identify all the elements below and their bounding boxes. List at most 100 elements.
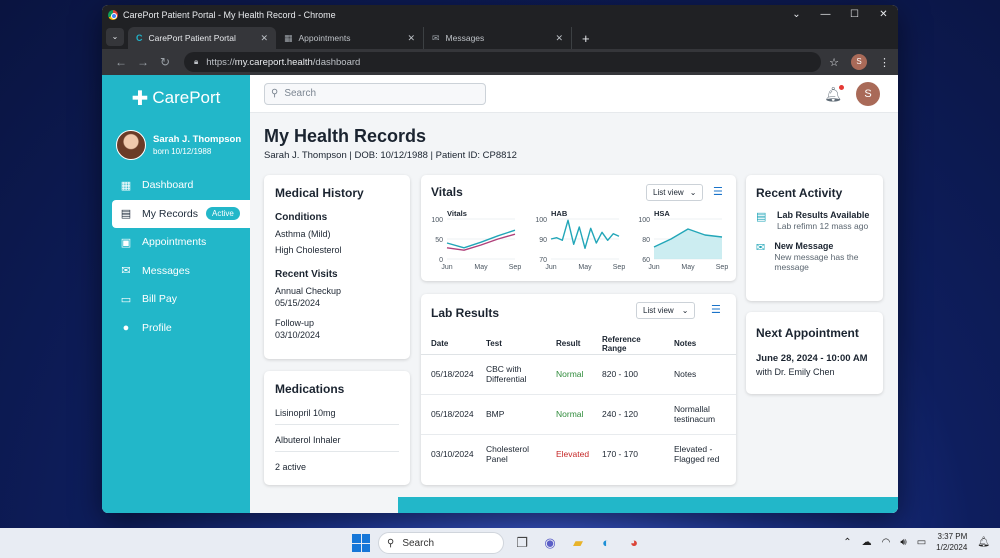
table-row[interactable]: 05/18/2024 CBC with Differential Normal …	[421, 354, 736, 395]
task-view-icon[interactable]: ❐	[512, 534, 532, 552]
x-tick-label: May	[474, 264, 488, 271]
taskbar-search-input[interactable]: ⚲ Search	[378, 532, 504, 554]
close-tab-icon[interactable]: ✕	[260, 33, 268, 44]
activity-subtitle: New message has the message	[774, 252, 859, 272]
chrome-taskbar-icon[interactable]: ◕	[624, 534, 644, 552]
close-tab-icon[interactable]: ✕	[407, 33, 415, 44]
url-bar[interactable]: 🔒︎ https://my.careport.health/dashboard	[184, 52, 822, 72]
list-icon[interactable]: ☰	[711, 303, 721, 316]
battery-icon[interactable]: ▭	[917, 537, 926, 548]
mail-icon: ✉	[432, 32, 440, 43]
new-tab-icon[interactable]: +	[582, 31, 590, 46]
tab-careport[interactable]: C CarePort Patient Portal ✕	[128, 27, 276, 49]
lab-date: 05/18/2024	[421, 354, 476, 395]
tab-label: Messages	[445, 33, 485, 43]
lab-results-table: Date Test Result Reference Range Notes 0…	[421, 334, 736, 474]
sidebar-item-messages[interactable]: ✉ Messages	[102, 257, 250, 286]
clock-time: 3:37 PM	[937, 532, 968, 541]
footer-strip	[398, 497, 898, 513]
windows-start-icon[interactable]	[352, 534, 370, 552]
activity-item[interactable]: ▤ Lab Results Available Lab refimn 12 ma…	[756, 210, 873, 231]
teams-chat-icon[interactable]: ◉	[540, 534, 560, 552]
y-tick-label: 50	[435, 237, 443, 244]
user-name: Sarah J. Thompson	[153, 134, 242, 145]
column-header[interactable]: Date	[421, 334, 476, 355]
sidebar-item-appointments[interactable]: ▣ Appointments	[102, 228, 250, 257]
sidebar-item-dashboard[interactable]: ▦ Dashboard	[102, 171, 250, 200]
condition-item: High Cholesterol	[275, 245, 342, 255]
browser-profile-avatar[interactable]: S	[851, 54, 867, 70]
bookmark-star-icon[interactable]: ☆	[829, 56, 839, 69]
tab-appointments[interactable]: ▦ Appointments ✕	[276, 27, 424, 49]
tab-strip: ⌄ C CarePort Patient Portal ✕ ▦ Appointm…	[102, 25, 898, 49]
column-header[interactable]: Notes	[664, 334, 736, 355]
sliders-icon[interactable]: ☰	[713, 185, 723, 198]
table-row[interactable]: 03/10/2024 Cholesterol Panel Elevated 17…	[421, 434, 736, 474]
system-tray: ⌃ ☁ ◠ 🔊︎ ▭ 3:37 PM 1/2/2024 🔔︎	[843, 531, 990, 553]
chrome-icon	[108, 10, 118, 20]
activity-item[interactable]: ✉ New Message New message has the messag…	[756, 241, 873, 272]
sidebar-item-bill-pay[interactable]: ▭ Bill Pay	[102, 285, 250, 314]
clock[interactable]: 3:37 PM 1/2/2024	[936, 531, 967, 553]
activity-subtitle: Lab refimn 12 mass ago	[777, 221, 869, 231]
close-tab-icon[interactable]: ✕	[555, 33, 563, 44]
notification-bell-icon[interactable]: 🔔︎	[977, 537, 990, 548]
edge-icon[interactable]: ◐	[596, 534, 616, 552]
careport-favicon-icon: C	[136, 33, 143, 43]
x-tick-label: Sep	[716, 264, 729, 271]
chevron-up-icon[interactable]: ⌃	[843, 537, 851, 548]
column-header[interactable]: Test	[476, 334, 546, 355]
tab-search-icon[interactable]: ⌄	[106, 28, 124, 46]
back-icon[interactable]: ←	[110, 55, 132, 69]
sidebar-item-profile[interactable]: ● Profile	[102, 314, 250, 343]
bell-icon[interactable]: 🔔︎	[824, 83, 845, 103]
view-select-label: List view	[643, 306, 674, 315]
y-tick-label: 100	[638, 217, 650, 224]
minimize-icon[interactable]: —	[811, 5, 840, 25]
chevron-down-icon: ⌄	[681, 306, 689, 315]
page-title: My Health Records	[264, 126, 427, 146]
mail-icon: ✉	[121, 265, 131, 278]
file-explorer-icon[interactable]: ▰	[568, 534, 588, 552]
browser-window: CarePort Patient Portal - My Health Reco…	[102, 5, 898, 513]
lock-icon: 🔒︎	[194, 57, 199, 66]
lab-view-select[interactable]: List view ⌄	[636, 302, 696, 319]
y-tick-label: 80	[642, 237, 650, 244]
browser-menu-icon[interactable]: ⋮	[879, 56, 890, 69]
vitals-view-select[interactable]: List view ⌄	[646, 184, 704, 201]
chevron-down-icon[interactable]: ⌄	[782, 5, 811, 25]
visit-date: 03/10/2024	[275, 330, 321, 340]
visit-name: Annual Checkup	[275, 286, 342, 296]
y-tick-label: 60	[642, 257, 650, 264]
window-controls: ⌄ — ☐ ✕	[782, 5, 898, 25]
lab-range: 820 - 100	[592, 354, 664, 395]
tab-messages[interactable]: ✉ Messages ✕	[424, 27, 572, 49]
search-icon: ⚲	[387, 537, 395, 549]
wifi-icon[interactable]: ◠	[882, 537, 891, 548]
maximize-icon[interactable]: ☐	[840, 5, 869, 25]
dashboard-icon: ▦	[120, 179, 132, 192]
account-avatar[interactable]: S	[856, 82, 880, 106]
card-title: Recent Activity	[756, 186, 843, 200]
mail-icon: ✉	[756, 242, 766, 254]
reload-icon[interactable]: ↻	[154, 55, 176, 69]
recent-visits-heading: Recent Visits	[275, 269, 338, 280]
sidebar-nav: ▦ Dashboard ▤ My Records Active ▣ Appoin…	[102, 171, 250, 342]
table-row[interactable]: 05/18/2024 BMP Normal 240 - 120 Normalla…	[421, 394, 736, 435]
user-avatar	[116, 130, 146, 160]
tab-label: Appointments	[298, 33, 351, 43]
sidebar-item-my-records[interactable]: ▤ My Records Active	[112, 199, 250, 228]
visit-date: 05/15/2024	[275, 298, 321, 308]
search-input[interactable]: ⚲ Search	[264, 82, 486, 105]
careport-logo[interactable]: ✚ CarePort	[102, 75, 250, 119]
column-header[interactable]: Result	[546, 334, 592, 355]
forward-icon[interactable]: →	[132, 55, 154, 69]
cloud-icon[interactable]: ☁	[862, 537, 872, 548]
patient-info: Sarah J. Thompson | DOB: 10/12/1988 | Pa…	[264, 150, 517, 161]
next-appointment-card[interactable]: Next Appointment June 28, 2024 - 10:00 A…	[746, 312, 883, 394]
x-tick-label: Jun	[545, 264, 556, 271]
close-icon[interactable]: ✕	[869, 5, 898, 25]
volume-icon[interactable]: 🔊︎	[900, 537, 906, 548]
visit-name: Follow-up	[275, 318, 315, 328]
column-header[interactable]: Reference Range	[592, 334, 664, 355]
